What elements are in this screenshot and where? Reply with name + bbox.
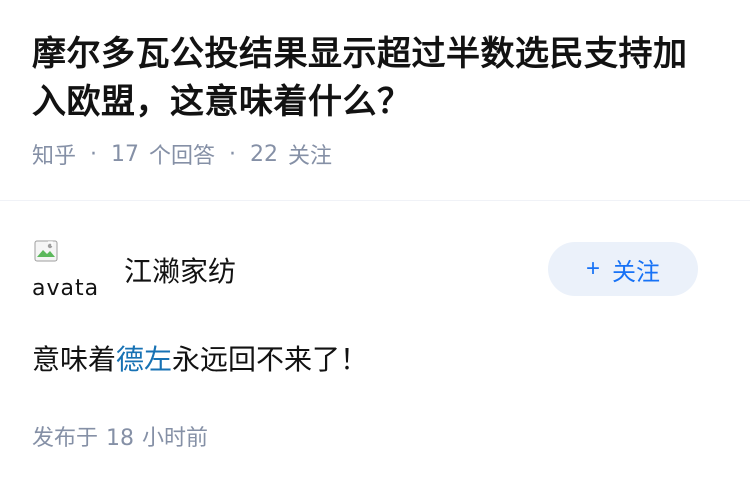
answer-content: 意味着德左永远回不来了！	[32, 338, 368, 378]
answer-item: avatar 江濑家纺 + 关注 意味着德左永远回不来了！ 发布于 18 小时前	[0, 238, 750, 451]
publish-number: 18	[106, 426, 135, 451]
publish-label: 发布于	[32, 426, 99, 451]
publish-time: 发布于 18 小时前	[32, 420, 208, 452]
answer-inline-link[interactable]: 德左	[116, 343, 172, 376]
separator-dot: ·	[229, 141, 237, 167]
answer-count-label[interactable]: 个回答	[149, 138, 215, 170]
section-divider	[0, 200, 750, 201]
answer-text-before: 意味着	[32, 343, 117, 376]
separator-dot: ·	[90, 141, 98, 167]
answer-count: 17	[111, 141, 140, 167]
source-label[interactable]: 知乎	[32, 138, 76, 170]
question-meta: 知乎 · 17 个回答 · 22 关注	[32, 138, 718, 170]
author-name[interactable]: 江濑家纺	[124, 250, 236, 290]
follow-count-label[interactable]: 关注	[288, 138, 332, 170]
answer-page: 摩尔多瓦公投结果显示超过半数选民支持加入欧盟，这意味着什么？ 知乎 · 17 个…	[0, 0, 750, 484]
answer-text-after: 永远回不来了！	[172, 343, 369, 376]
broken-image-icon	[34, 240, 58, 262]
follow-button[interactable]: + 关注	[548, 242, 698, 296]
question-title[interactable]: 摩尔多瓦公投结果显示超过半数选民支持加入欧盟，这意味着什么？	[32, 30, 718, 126]
follow-count: 22	[250, 141, 279, 167]
avatar[interactable]: avatar	[32, 238, 100, 300]
author-row: avatar 江濑家纺 + 关注	[0, 238, 750, 300]
follow-button-label: 关注	[612, 258, 660, 286]
avatar-alt-text: avatar	[32, 276, 100, 300]
question-header: 摩尔多瓦公投结果显示超过半数选民支持加入欧盟，这意味着什么？ 知乎 · 17 个…	[0, 0, 750, 170]
publish-unit: 小时前	[142, 426, 209, 451]
plus-icon: +	[585, 255, 600, 282]
